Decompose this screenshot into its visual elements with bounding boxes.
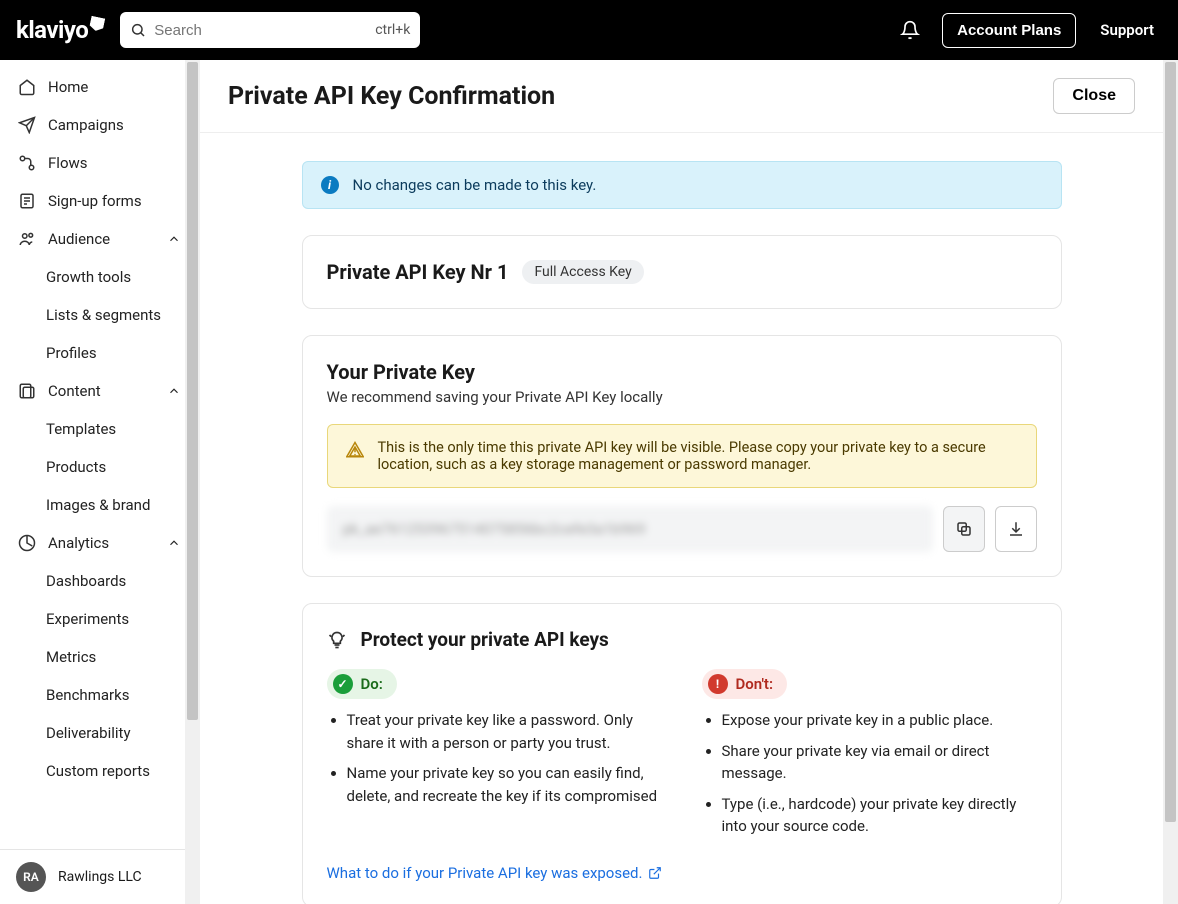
form-icon bbox=[18, 192, 36, 210]
flows-icon bbox=[18, 154, 36, 172]
dont-item: Share your private key via email or dire… bbox=[722, 740, 1037, 785]
dont-item: Expose your private key in a public plac… bbox=[722, 709, 1037, 732]
your-key-title: Your Private Key bbox=[327, 360, 1037, 384]
nav-dashboards[interactable]: Dashboards bbox=[0, 562, 199, 600]
download-icon bbox=[1007, 520, 1025, 538]
copy-icon bbox=[955, 520, 973, 538]
do-item: Name your private key so you can easily … bbox=[347, 762, 662, 807]
check-icon: ✓ bbox=[333, 674, 353, 694]
dont-pill: ! Don't: bbox=[702, 669, 788, 699]
nav-products[interactable]: Products bbox=[0, 448, 199, 486]
sidebar: Home Campaigns Flows Sign-up forms Audie… bbox=[0, 60, 200, 904]
nav-flows[interactable]: Flows bbox=[0, 144, 199, 182]
key-name-card: Private API Key Nr 1 Full Access Key bbox=[302, 235, 1062, 309]
key-access-badge: Full Access Key bbox=[522, 260, 643, 284]
info-icon: i bbox=[321, 176, 339, 194]
search-shortcut: ctrl+k bbox=[375, 22, 410, 38]
dont-item: Type (i.e., hardcode) your private key d… bbox=[722, 793, 1037, 838]
do-pill: ✓ Do: bbox=[327, 669, 397, 699]
nav-audience[interactable]: Audience bbox=[0, 220, 199, 258]
audience-icon bbox=[18, 230, 36, 248]
nav-signup-forms[interactable]: Sign-up forms bbox=[0, 182, 199, 220]
sidebar-scrollbar[interactable] bbox=[185, 60, 200, 904]
warning-text: This is the only time this private API k… bbox=[378, 439, 1018, 473]
close-button[interactable]: Close bbox=[1053, 78, 1135, 114]
main-content: Private API Key Confirmation Close i No … bbox=[200, 60, 1178, 904]
nav-label: Campaigns bbox=[48, 116, 124, 134]
nav-profiles[interactable]: Profiles bbox=[0, 334, 199, 372]
nav-home[interactable]: Home bbox=[0, 68, 199, 106]
account-plans-button[interactable]: Account Plans bbox=[942, 13, 1076, 48]
copy-button[interactable] bbox=[943, 506, 985, 552]
nav-lists-segments[interactable]: Lists & segments bbox=[0, 296, 199, 334]
chevron-up-icon bbox=[167, 232, 181, 246]
notifications-icon[interactable] bbox=[894, 14, 926, 46]
dont-label: Don't: bbox=[736, 675, 774, 693]
search-icon bbox=[130, 22, 146, 38]
nav-label: Analytics bbox=[48, 534, 109, 552]
warning-icon bbox=[346, 441, 364, 473]
home-icon bbox=[18, 78, 36, 96]
nav-custom-reports[interactable]: Custom reports bbox=[0, 752, 199, 790]
chevron-up-icon bbox=[167, 536, 181, 550]
nav-label: Flows bbox=[48, 154, 88, 172]
do-column: ✓ Do: Treat your private key like a pass… bbox=[327, 669, 662, 846]
link-text: What to do if your Private API key was e… bbox=[327, 864, 643, 882]
nav-label: Home bbox=[48, 78, 88, 96]
nav-experiments[interactable]: Experiments bbox=[0, 600, 199, 638]
info-text: No changes can be made to this key. bbox=[353, 176, 597, 194]
do-label: Do: bbox=[361, 675, 383, 693]
dont-column: ! Don't: Expose your private key in a pu… bbox=[702, 669, 1037, 846]
org-name: Rawlings LLC bbox=[58, 869, 142, 885]
nav-metrics[interactable]: Metrics bbox=[0, 638, 199, 676]
external-link-icon bbox=[648, 866, 662, 880]
top-header: klaviyo ctrl+k Account Plans Support bbox=[0, 0, 1178, 60]
nav-label: Content bbox=[48, 382, 101, 400]
nav-label: Sign-up forms bbox=[48, 192, 142, 210]
nav-deliverability[interactable]: Deliverability bbox=[0, 714, 199, 752]
your-key-sub: We recommend saving your Private API Key… bbox=[327, 388, 1037, 406]
info-banner: i No changes can be made to this key. bbox=[302, 161, 1062, 209]
send-icon bbox=[18, 116, 36, 134]
warning-banner: This is the only time this private API k… bbox=[327, 424, 1037, 488]
exposed-key-link[interactable]: What to do if your Private API key was e… bbox=[327, 864, 663, 882]
logo[interactable]: klaviyo bbox=[16, 16, 104, 44]
protect-title: Protect your private API keys bbox=[361, 628, 609, 651]
nav-content[interactable]: Content bbox=[0, 372, 199, 410]
protect-card: Protect your private API keys ✓ Do: Trea… bbox=[302, 603, 1062, 904]
logo-text: klaviyo bbox=[16, 16, 88, 44]
nav-analytics[interactable]: Analytics bbox=[0, 524, 199, 562]
lightbulb-icon bbox=[327, 630, 347, 650]
content-icon bbox=[18, 382, 36, 400]
main-scrollbar[interactable] bbox=[1163, 60, 1178, 904]
page-title: Private API Key Confirmation bbox=[228, 82, 555, 111]
logo-flag-icon bbox=[89, 16, 106, 33]
nav-growth-tools[interactable]: Growth tools bbox=[0, 258, 199, 296]
nav-label: Audience bbox=[48, 230, 110, 248]
nav-campaigns[interactable]: Campaigns bbox=[0, 106, 199, 144]
nav-benchmarks[interactable]: Benchmarks bbox=[0, 676, 199, 714]
your-key-card: Your Private Key We recommend saving you… bbox=[302, 335, 1062, 577]
nav-images-brand[interactable]: Images & brand bbox=[0, 486, 199, 524]
api-key-field[interactable]: pk_ae761253967514075856bc2cefe3a1b969 bbox=[327, 506, 933, 552]
search-box[interactable]: ctrl+k bbox=[120, 12, 420, 48]
chevron-up-icon bbox=[167, 384, 181, 398]
do-item: Treat your private key like a password. … bbox=[347, 709, 662, 754]
sidebar-account[interactable]: RA Rawlings LLC bbox=[0, 849, 199, 904]
analytics-icon bbox=[18, 534, 36, 552]
avatar: RA bbox=[16, 862, 46, 892]
search-input[interactable] bbox=[154, 22, 367, 39]
nav-templates[interactable]: Templates bbox=[0, 410, 199, 448]
download-button[interactable] bbox=[995, 506, 1037, 552]
key-name: Private API Key Nr 1 bbox=[327, 260, 509, 284]
support-link[interactable]: Support bbox=[1092, 21, 1162, 39]
alert-icon: ! bbox=[708, 674, 728, 694]
